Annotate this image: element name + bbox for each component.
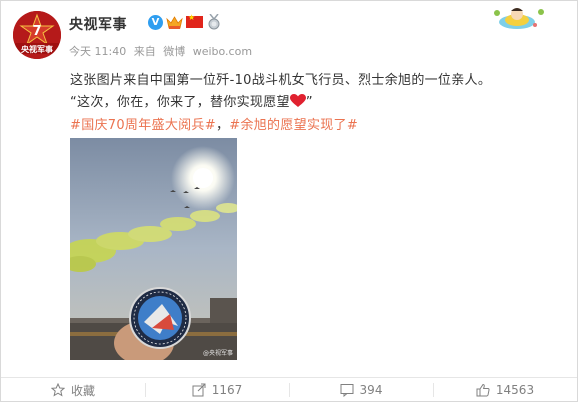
post-time[interactable]: 今天 11:40 [69,45,126,58]
hashtag-parade[interactable]: #国庆70周年盛大阅兵# [70,118,216,133]
action-bar: 收藏 1167 394 14563 [1,377,577,402]
comment-count: 394 [359,383,383,397]
avatar-text: 央视军事 [21,44,53,54]
comment-icon [340,383,354,397]
weibo-post-card: 7 央视军事 央视军事 V ★ 今天 11:40 来自 微博 weibo.com… [0,0,578,402]
hashtag-wish-fulfilled[interactable]: #余旭的愿望实现了# [229,118,358,133]
post-site[interactable]: weibo.com [193,45,252,58]
comment-button[interactable]: 394 [289,378,433,402]
china-flag-icon[interactable]: ★ [186,13,203,28]
commemorative-patch [129,287,191,349]
medal-badge-icon[interactable] [207,14,221,30]
crown-badge-icon[interactable] [166,15,183,30]
verified-v-icon: V [148,15,163,30]
post-text-line1: 这张图片来自中国第一位歼-10战斗机女飞行员、烈士余旭的一位亲人。 [70,73,492,88]
post-meta: 今天 11:40 来自 微博 weibo.com [69,43,256,59]
decorative-sticker-icon [494,8,544,29]
like-button[interactable]: 14563 [433,378,577,402]
favorite-label: 收藏 [70,383,95,398]
svg-text:7: 7 [32,24,41,39]
share-button[interactable]: 1167 [145,378,289,402]
hashtag-row: #国庆70周年盛大阅兵#，#余旭的愿望实现了# [70,114,358,133]
image-watermark: @央视军事 [202,350,233,357]
cctv-military-logo-icon: 7 央视军事 [13,11,61,59]
star-favorite-icon [50,383,65,397]
post-from-label: 来自 [133,45,156,58]
post-text-line2-close: ” [305,95,313,110]
hashtag-separator: ， [215,118,230,133]
avatar[interactable]: 7 央视军事 [13,11,61,59]
post-client[interactable]: 微博 [163,45,185,58]
favorite-button[interactable]: 收藏 [1,378,145,402]
post-text-line2-quote: “这次，你在，你来了，替你实现愿望 [70,95,290,110]
username[interactable]: 央视军事 [69,14,127,34]
post-image[interactable]: @央视军事 [70,138,237,360]
flyover-photo [70,138,237,360]
thumbs-up-icon [476,383,490,397]
heart-icon [289,94,306,107]
share-count: 1167 [211,383,243,397]
post-text-line2: “这次，你在，你来了，替你实现愿望 ” [70,91,313,110]
share-forward-icon [192,383,206,397]
like-count: 14563 [495,383,535,397]
